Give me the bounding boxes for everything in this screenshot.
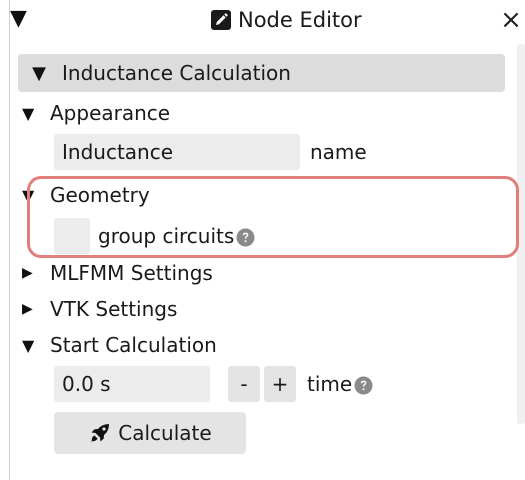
time-label-wrap: time — [307, 366, 373, 402]
tree-node-vtk-settings[interactable]: ▶ VTK Settings — [22, 292, 177, 326]
group-circuits-checkbox[interactable] — [54, 218, 90, 254]
section-inductance-calculation[interactable]: ▼ Inductance Calculation — [18, 54, 505, 92]
collapse-window-icon[interactable]: ▼ — [10, 2, 27, 36]
increment-button[interactable]: + — [264, 366, 296, 402]
question-circle-icon[interactable] — [354, 376, 373, 395]
pencil-square-icon — [210, 9, 232, 31]
tree-node-appearance[interactable]: ▼ Appearance — [22, 96, 170, 130]
name-input[interactable]: Inductance — [54, 134, 300, 170]
tree-node-label: Start Calculation — [50, 333, 217, 357]
window-title-wrap: Node Editor — [210, 0, 362, 40]
section-label: Inductance Calculation — [62, 61, 291, 85]
name-label: name — [310, 140, 367, 164]
question-circle-icon[interactable] — [236, 228, 255, 247]
expanded-triangle-icon: ▼ — [32, 62, 46, 84]
collapsed-triangle-icon: ▶ — [22, 301, 33, 317]
tree-node-label: VTK Settings — [50, 297, 178, 321]
expanded-triangle-icon: ▼ — [22, 103, 35, 123]
calculate-button[interactable]: Calculate — [54, 412, 246, 454]
group-circuits-label-wrap: group circuits — [98, 218, 255, 254]
expanded-triangle-icon: ▼ — [22, 335, 35, 355]
tree-node-mlfmm-settings[interactable]: ▶ MLFMM Settings — [22, 256, 213, 290]
group-circuits-label: group circuits — [98, 224, 235, 248]
scrollbar[interactable] — [517, 44, 525, 424]
close-button[interactable]: × — [496, 0, 525, 40]
expanded-triangle-icon: ▼ — [22, 185, 35, 205]
tree-node-label: MLFMM Settings — [50, 261, 213, 285]
title-bar: ▼ Node Editor × — [10, 0, 525, 40]
tree-node-label: Geometry — [50, 183, 150, 207]
node-editor-panel: ▼ Node Editor × ▼ Inductance Calculation… — [9, 0, 525, 480]
window-title: Node Editor — [238, 8, 362, 32]
tree-node-geometry[interactable]: ▼ Geometry — [22, 178, 150, 212]
calculate-label: Calculate — [118, 421, 212, 445]
collapsed-triangle-icon: ▶ — [22, 265, 33, 281]
rocket-icon — [88, 421, 112, 445]
time-input[interactable]: 0.0 s — [54, 366, 210, 402]
tree-node-start-calculation[interactable]: ▼ Start Calculation — [22, 328, 217, 362]
time-label: time — [307, 372, 353, 396]
tree-node-label: Appearance — [50, 101, 171, 125]
decrement-button[interactable]: - — [228, 366, 260, 402]
